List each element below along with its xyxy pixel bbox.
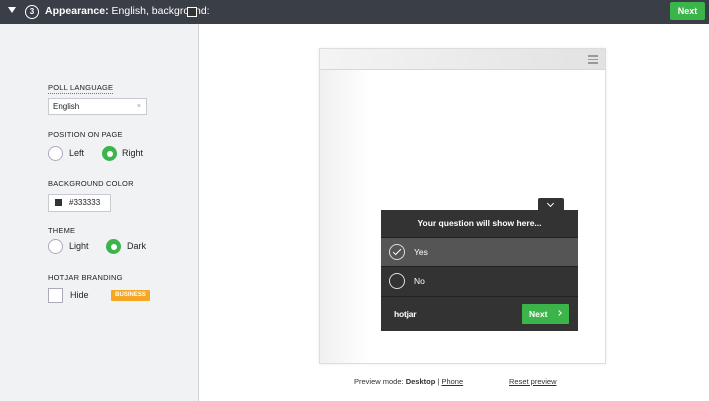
collapse-poll-icon[interactable] [538,198,564,210]
preview-mode-bar: Preview mode: Desktop | Phone [354,377,463,386]
hotjar-logo: hotjar [394,309,417,319]
background-color-label: BACKGROUND COLOR [48,179,134,188]
preview-mode-separator: | [437,377,440,386]
poll-footer: hotjar Next [381,296,578,331]
settings-panel: POLL LANGUAGE English × POSITION ON PAGE… [0,24,199,401]
preview-mode-label: Preview mode: [354,377,404,386]
poll-language-value: English [53,102,80,111]
theme-label: THEME [48,226,76,235]
browser-top-bar [320,49,605,70]
poll-language-label: POLL LANGUAGE [48,83,114,94]
color-swatch [55,199,62,206]
poll-widget: Your question will show here... Yes No h… [381,210,578,331]
step-title-bold: Appearance: [45,5,109,17]
position-right-label[interactable]: Right [122,148,143,158]
step-title: Appearance: English, background: [45,5,210,17]
poll-language-select[interactable]: English × [48,98,147,115]
next-button[interactable]: Next [670,2,705,20]
position-left-label[interactable]: Left [69,148,84,158]
background-color-value: #333333 [69,198,101,207]
hide-branding-label[interactable]: Hide [70,290,89,300]
hide-branding-checkbox[interactable] [48,288,63,303]
poll-next-button[interactable]: Next [522,304,569,324]
theme-light-radio[interactable] [48,239,63,254]
position-right-radio[interactable] [102,146,117,161]
theme-dark-label[interactable]: Dark [127,241,146,251]
poll-option-label: Yes [414,247,428,257]
theme-dark-radio[interactable] [106,239,121,254]
poll-option-no[interactable]: No [381,266,578,295]
poll-question: Your question will show here... [417,218,542,228]
position-left-radio[interactable] [48,146,63,161]
clear-icon[interactable]: × [137,99,141,114]
check-circle-icon [389,244,405,260]
position-label: POSITION ON PAGE [48,130,123,139]
chevron-right-icon [556,310,562,316]
step-number-badge: 3 [25,5,39,19]
page-fade [320,70,370,363]
business-badge: BUSINESS [111,290,150,301]
theme-light-label[interactable]: Light [69,241,89,251]
reset-preview-link[interactable]: Reset preview [509,377,557,386]
preview-mode-desktop[interactable]: Desktop [406,377,436,386]
background-color-input[interactable]: #333333 [48,194,111,212]
header-bar: 3 Appearance: English, background: Next [0,0,709,24]
preview-mode-phone[interactable]: Phone [441,377,463,386]
poll-option-label: No [414,276,425,286]
poll-next-label: Next [529,309,548,319]
collapse-caret-icon[interactable] [8,7,16,13]
poll-option-yes[interactable]: Yes [381,237,578,266]
background-swatch [187,7,197,17]
empty-circle-icon [389,273,405,289]
branding-label: HOTJAR BRANDING [48,273,123,282]
menu-icon [588,55,598,64]
